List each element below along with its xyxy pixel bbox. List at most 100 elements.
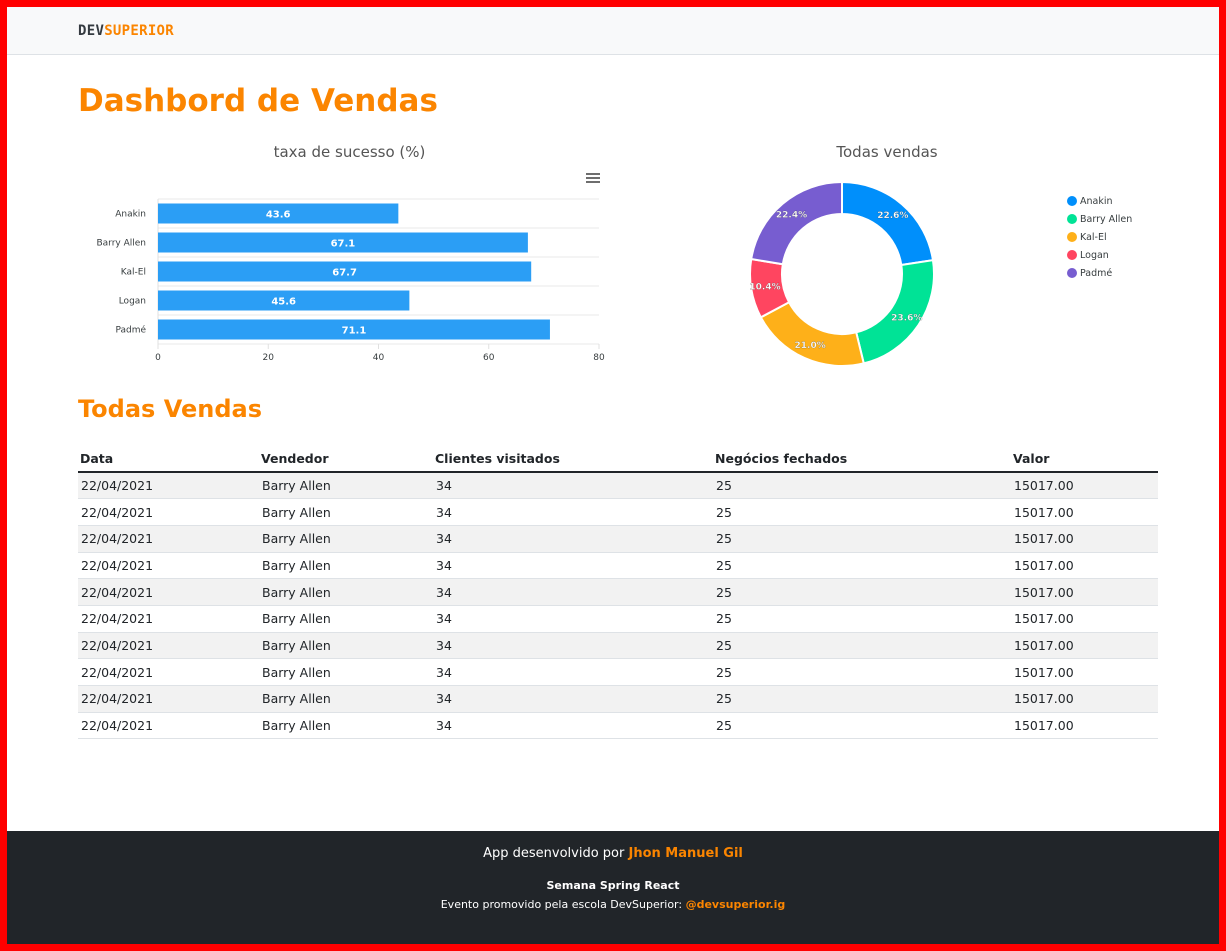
- footer: App desenvolvido por Jhon Manuel Gil Sem…: [7, 831, 1219, 944]
- footer-author-link[interactable]: Jhon Manuel Gil: [628, 846, 742, 861]
- cell-data: 22/04/2021: [78, 685, 259, 713]
- donut-slice-1[interactable]: [854, 259, 935, 365]
- cell-vendedor: Barry Allen: [259, 498, 433, 526]
- cell-clientes: 34: [433, 712, 713, 740]
- bar-chart-title: taxa de sucesso (%): [273, 143, 426, 161]
- cell-valor: 15017.00: [1011, 552, 1158, 580]
- footer-instagram-link[interactable]: @devsuperior.ig: [686, 898, 786, 911]
- cell-valor: 15017.00: [1011, 525, 1158, 553]
- sales-table: Data Vendedor Clientes visitados Negócio…: [78, 445, 1158, 740]
- cell-vendedor: Barry Allen: [259, 552, 433, 580]
- bar-data-label: 45.6: [271, 297, 296, 308]
- cell-data: 22/04/2021: [78, 712, 259, 740]
- brand-superior: SUPERIOR: [104, 23, 175, 39]
- cell-negocios: 25: [713, 578, 1011, 606]
- brand-dev: DEV: [78, 23, 105, 39]
- cell-valor: 15017.00: [1011, 605, 1158, 633]
- table-row: 22/04/2021 Barry Allen 34 25 15017.00: [78, 632, 1158, 660]
- section-title: Todas Vendas: [78, 395, 262, 423]
- table-row: 22/04/2021 Barry Allen 34 25 15017.00: [78, 525, 1158, 553]
- col-header-data: Data: [78, 445, 259, 473]
- table-header-row: Data Vendedor Clientes visitados Negócio…: [78, 445, 1158, 473]
- legend-marker: [1067, 250, 1077, 260]
- bar-data-label: 67.7: [332, 268, 357, 279]
- cell-clientes: 34: [433, 632, 713, 660]
- cell-negocios: 25: [713, 472, 1011, 500]
- col-header-valor: Valor: [1011, 445, 1158, 473]
- cell-data: 22/04/2021: [78, 632, 259, 660]
- donut-data-label: 10.4%: [749, 283, 780, 293]
- cell-negocios: 25: [713, 685, 1011, 713]
- donut-data-label: 21.0%: [795, 341, 826, 351]
- legend-marker: [1067, 214, 1077, 224]
- footer-event-name: Semana Spring React: [546, 879, 680, 892]
- bar-data-label: 43.6: [266, 210, 291, 221]
- cell-vendedor: Barry Allen: [259, 525, 433, 553]
- bar-category-label: Logan: [119, 297, 146, 307]
- cell-valor: 15017.00: [1011, 472, 1158, 500]
- footer-promo: Evento promovido pela escola DevSuperior…: [7, 898, 1219, 911]
- donut-data-label: 22.4%: [776, 211, 807, 221]
- cell-vendedor: Barry Allen: [259, 605, 433, 633]
- table-row: 22/04/2021 Barry Allen 34 25 15017.00: [78, 552, 1158, 580]
- table-row: 22/04/2021 Barry Allen 34 25 15017.00: [78, 712, 1158, 740]
- col-header-clientes: Clientes visitados: [433, 445, 713, 473]
- bar-x-tick-label: 20: [263, 353, 275, 363]
- cell-vendedor: Barry Allen: [259, 472, 433, 500]
- cell-valor: 15017.00: [1011, 498, 1158, 526]
- cell-data: 22/04/2021: [78, 605, 259, 633]
- cell-vendedor: Barry Allen: [259, 685, 433, 713]
- cell-clientes: 34: [433, 552, 713, 580]
- legend-label: Kal-El: [1080, 231, 1107, 243]
- legend-item[interactable]: Padmé: [1067, 264, 1132, 282]
- legend-item[interactable]: Logan: [1067, 246, 1132, 264]
- cell-data: 22/04/2021: [78, 472, 259, 500]
- donut-slice-0[interactable]: [841, 180, 935, 267]
- footer-promo-prefix: Evento promovido pela escola DevSuperior…: [440, 898, 686, 911]
- app-frame: DEVSUPERIOR Dashbord de Vendas taxa de s…: [7, 7, 1219, 944]
- brand-logo[interactable]: DEVSUPERIOR: [78, 23, 174, 39]
- cell-valor: 15017.00: [1011, 712, 1158, 740]
- table-row: 22/04/2021 Barry Allen 34 25 15017.00: [78, 472, 1158, 500]
- legend-label: Anakin: [1080, 195, 1113, 207]
- donut-legend: Anakin Barry Allen Kal-El Logan Padmé: [1067, 192, 1132, 282]
- cell-clientes: 34: [433, 685, 713, 713]
- col-header-vendedor: Vendedor: [259, 445, 433, 473]
- bar-data-label: 71.1: [342, 326, 367, 337]
- legend-label: Padmé: [1080, 267, 1113, 279]
- legend-label: Barry Allen: [1080, 213, 1133, 225]
- cell-negocios: 25: [713, 658, 1011, 686]
- cell-clientes: 34: [433, 525, 713, 553]
- cell-valor: 15017.00: [1011, 632, 1158, 660]
- table-row: 22/04/2021 Barry Allen 34 25 15017.00: [78, 685, 1158, 713]
- bar-chart: 43.6 Anakin 67.1 Barry Allen 67.7 Kal-El 45.6 L…: [96, 198, 605, 363]
- table-row: 22/04/2021 Barry Allen 34 25 15017.00: [78, 658, 1158, 686]
- donut-slice-4[interactable]: [750, 180, 843, 266]
- cell-data: 22/04/2021: [78, 578, 259, 606]
- donut-data-label: 22.6%: [877, 211, 908, 221]
- donut-slice-2[interactable]: [759, 300, 865, 367]
- legend-item[interactable]: Kal-El: [1067, 228, 1132, 246]
- bar-x-tick-label: 40: [373, 353, 385, 363]
- cell-negocios: 25: [713, 552, 1011, 580]
- navbar: DEVSUPERIOR: [7, 7, 1219, 55]
- cell-clientes: 34: [433, 498, 713, 526]
- cell-vendedor: Barry Allen: [259, 658, 433, 686]
- cell-data: 22/04/2021: [78, 552, 259, 580]
- page-title: Dashbord de Vendas: [78, 83, 438, 119]
- cell-valor: 15017.00: [1011, 658, 1158, 686]
- cell-clientes: 34: [433, 658, 713, 686]
- bar-x-tick-label: 80: [593, 353, 605, 363]
- cell-clientes: 34: [433, 578, 713, 606]
- donut-chart: 22.6% 23.6% 21.0% 10.4% 22.4%: [749, 180, 935, 367]
- cell-data: 22/04/2021: [78, 658, 259, 686]
- bar-x-tick-label: 60: [483, 353, 495, 363]
- cell-vendedor: Barry Allen: [259, 632, 433, 660]
- cell-clientes: 34: [433, 605, 713, 633]
- bar-category-label: Anakin: [115, 210, 146, 220]
- legend-marker: [1067, 196, 1077, 206]
- legend-item[interactable]: Anakin: [1067, 192, 1132, 210]
- legend-item[interactable]: Barry Allen: [1067, 210, 1132, 228]
- bar-category-label: Padmé: [115, 325, 146, 336]
- cell-valor: 15017.00: [1011, 578, 1158, 606]
